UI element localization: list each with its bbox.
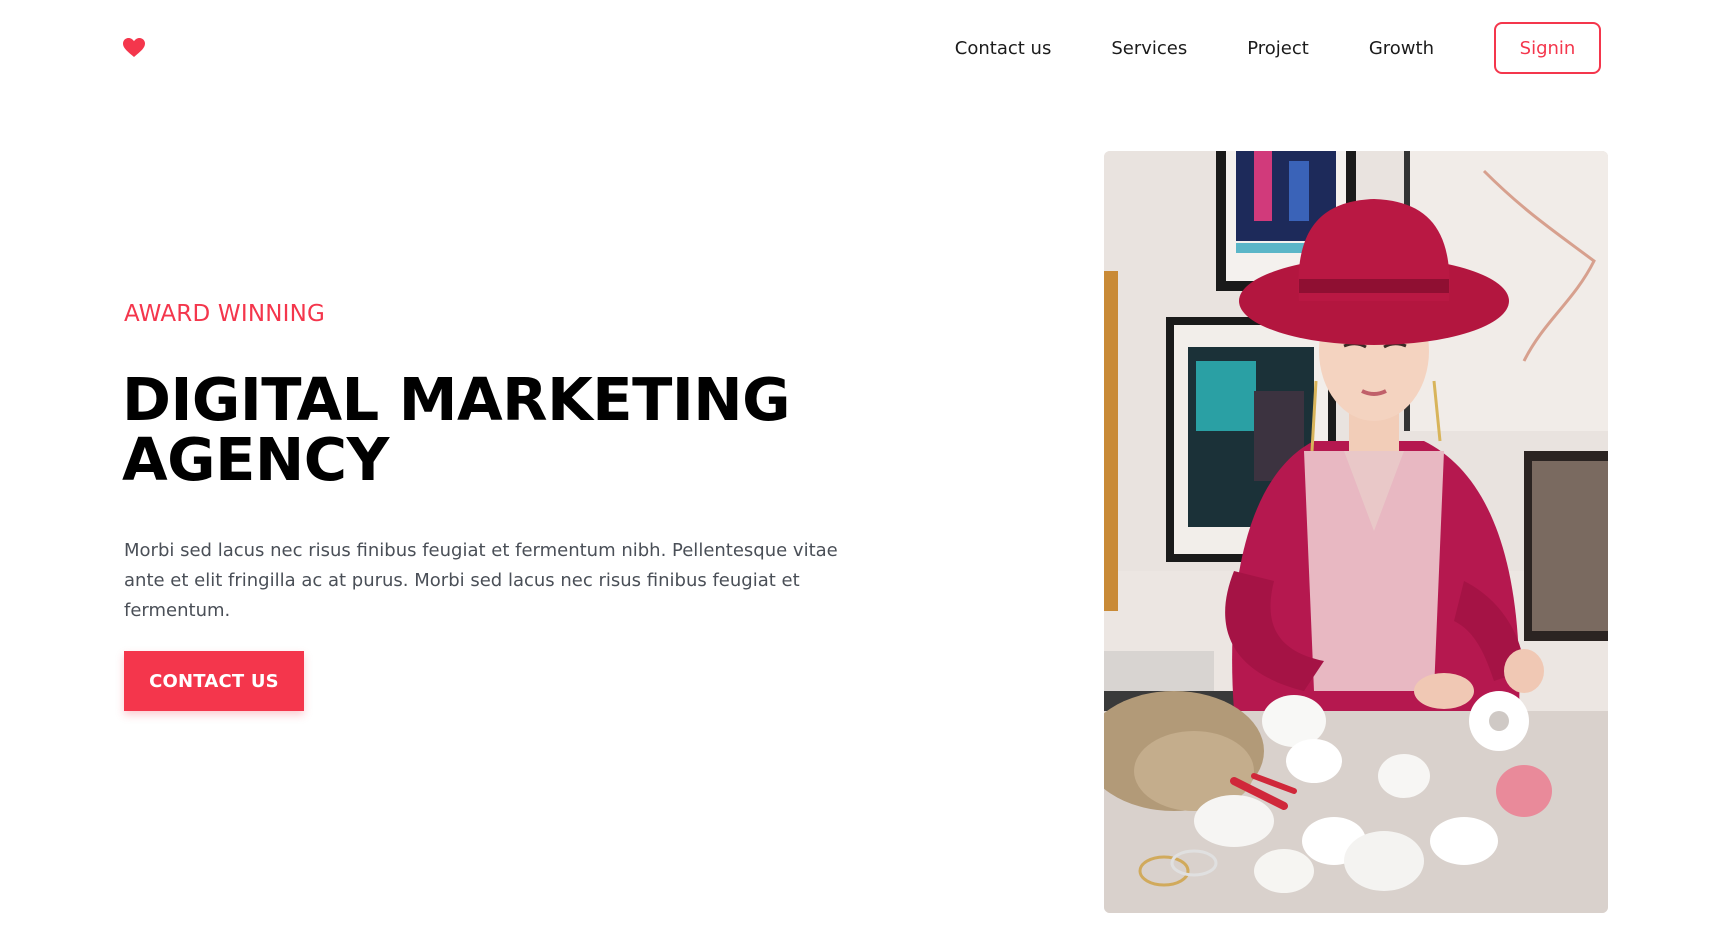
hero-body-text: Morbi sed lacus nec risus finibus feugia…: [124, 540, 838, 621]
hero-headline: DIGITAL MARKETING AGENCY: [122, 370, 902, 490]
nav-link-project[interactable]: Project: [1247, 38, 1309, 59]
heart-icon[interactable]: [123, 38, 145, 58]
nav-link-contact-us[interactable]: Contact us: [955, 38, 1052, 59]
hero-eyebrow: AWARD WINNING: [124, 301, 326, 327]
hero-photo: [1104, 151, 1608, 913]
nav-link-services[interactable]: Services: [1111, 38, 1187, 59]
hero-photo-illustration: [1104, 151, 1608, 913]
hero-headline-line2: AGENCY: [122, 425, 389, 494]
landing-page: Contact us Services Project Growth Signi…: [0, 0, 1722, 926]
signin-button[interactable]: Signin: [1494, 22, 1601, 74]
nav-link-growth[interactable]: Growth: [1369, 38, 1434, 59]
hero-headline-line1: DIGITAL MARKETING: [122, 365, 791, 434]
contact-us-button[interactable]: CONTACT US: [124, 651, 304, 711]
main-nav: Contact us Services Project Growth Signi…: [955, 20, 1601, 76]
